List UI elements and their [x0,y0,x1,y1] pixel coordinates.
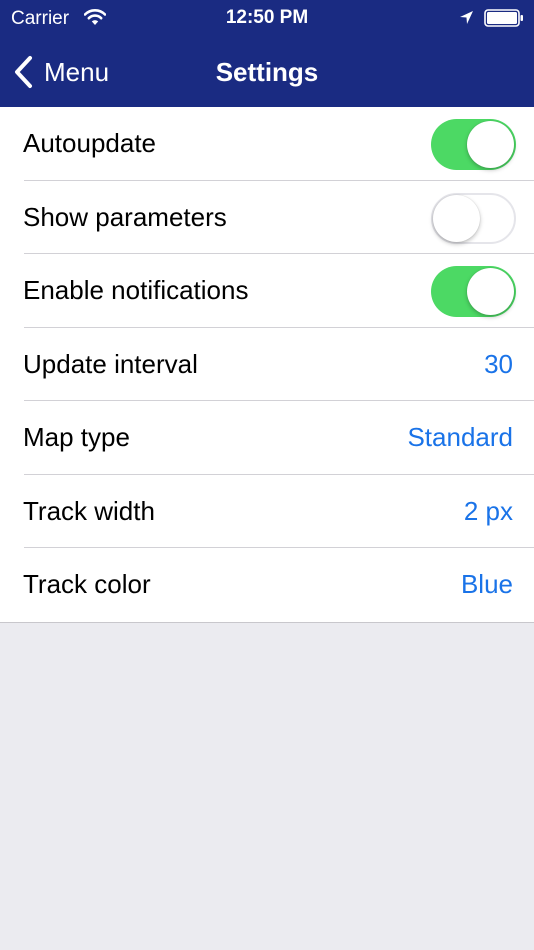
setting-row-enable-notifications[interactable]: Enable notifications [0,254,534,328]
setting-label: Track width [23,495,155,526]
map-type-value[interactable]: Standard [407,401,513,474]
settings-list: Autoupdate Show parameters Enable notifi… [0,107,534,623]
battery-icon [484,9,523,27]
setting-row-map-type[interactable]: Map type Standard [0,401,534,475]
track-color-value[interactable]: Blue [461,548,513,621]
setting-row-update-interval[interactable]: Update interval 30 [0,328,534,401]
setting-label: Update interval [23,348,198,379]
setting-label: Map type [23,422,130,452]
status-bar: Carrier 12:50 PM [0,0,534,38]
setting-label: Autoupdate [23,128,157,158]
track-width-value[interactable]: 2 px [464,475,513,548]
toggle-knob [433,194,480,242]
page-title: Settings [215,57,319,87]
location-arrow-icon [460,11,473,24]
setting-label: Show parameters [23,201,227,232]
navigation-bar: Menu Settings [0,38,534,107]
setting-label: Enable notifications [23,275,249,305]
update-interval-value[interactable]: 30 [484,328,513,401]
setting-label: Track color [23,569,151,599]
enable-notifications-toggle[interactable] [431,266,516,317]
setting-row-autoupdate[interactable]: Autoupdate [0,107,534,181]
toggle-knob [467,268,514,315]
setting-row-show-parameters[interactable]: Show parameters [0,181,534,254]
top-bar: Carrier 12:50 PM Menu Settings [0,0,534,107]
status-time: 12:50 PM [225,7,309,28]
setting-row-track-color[interactable]: Track color Blue [0,548,534,622]
show-parameters-toggle[interactable] [431,192,516,244]
autoupdate-toggle[interactable] [431,119,516,170]
toggle-knob [467,121,514,168]
setting-row-track-width[interactable]: Track width 2 px [0,475,534,548]
